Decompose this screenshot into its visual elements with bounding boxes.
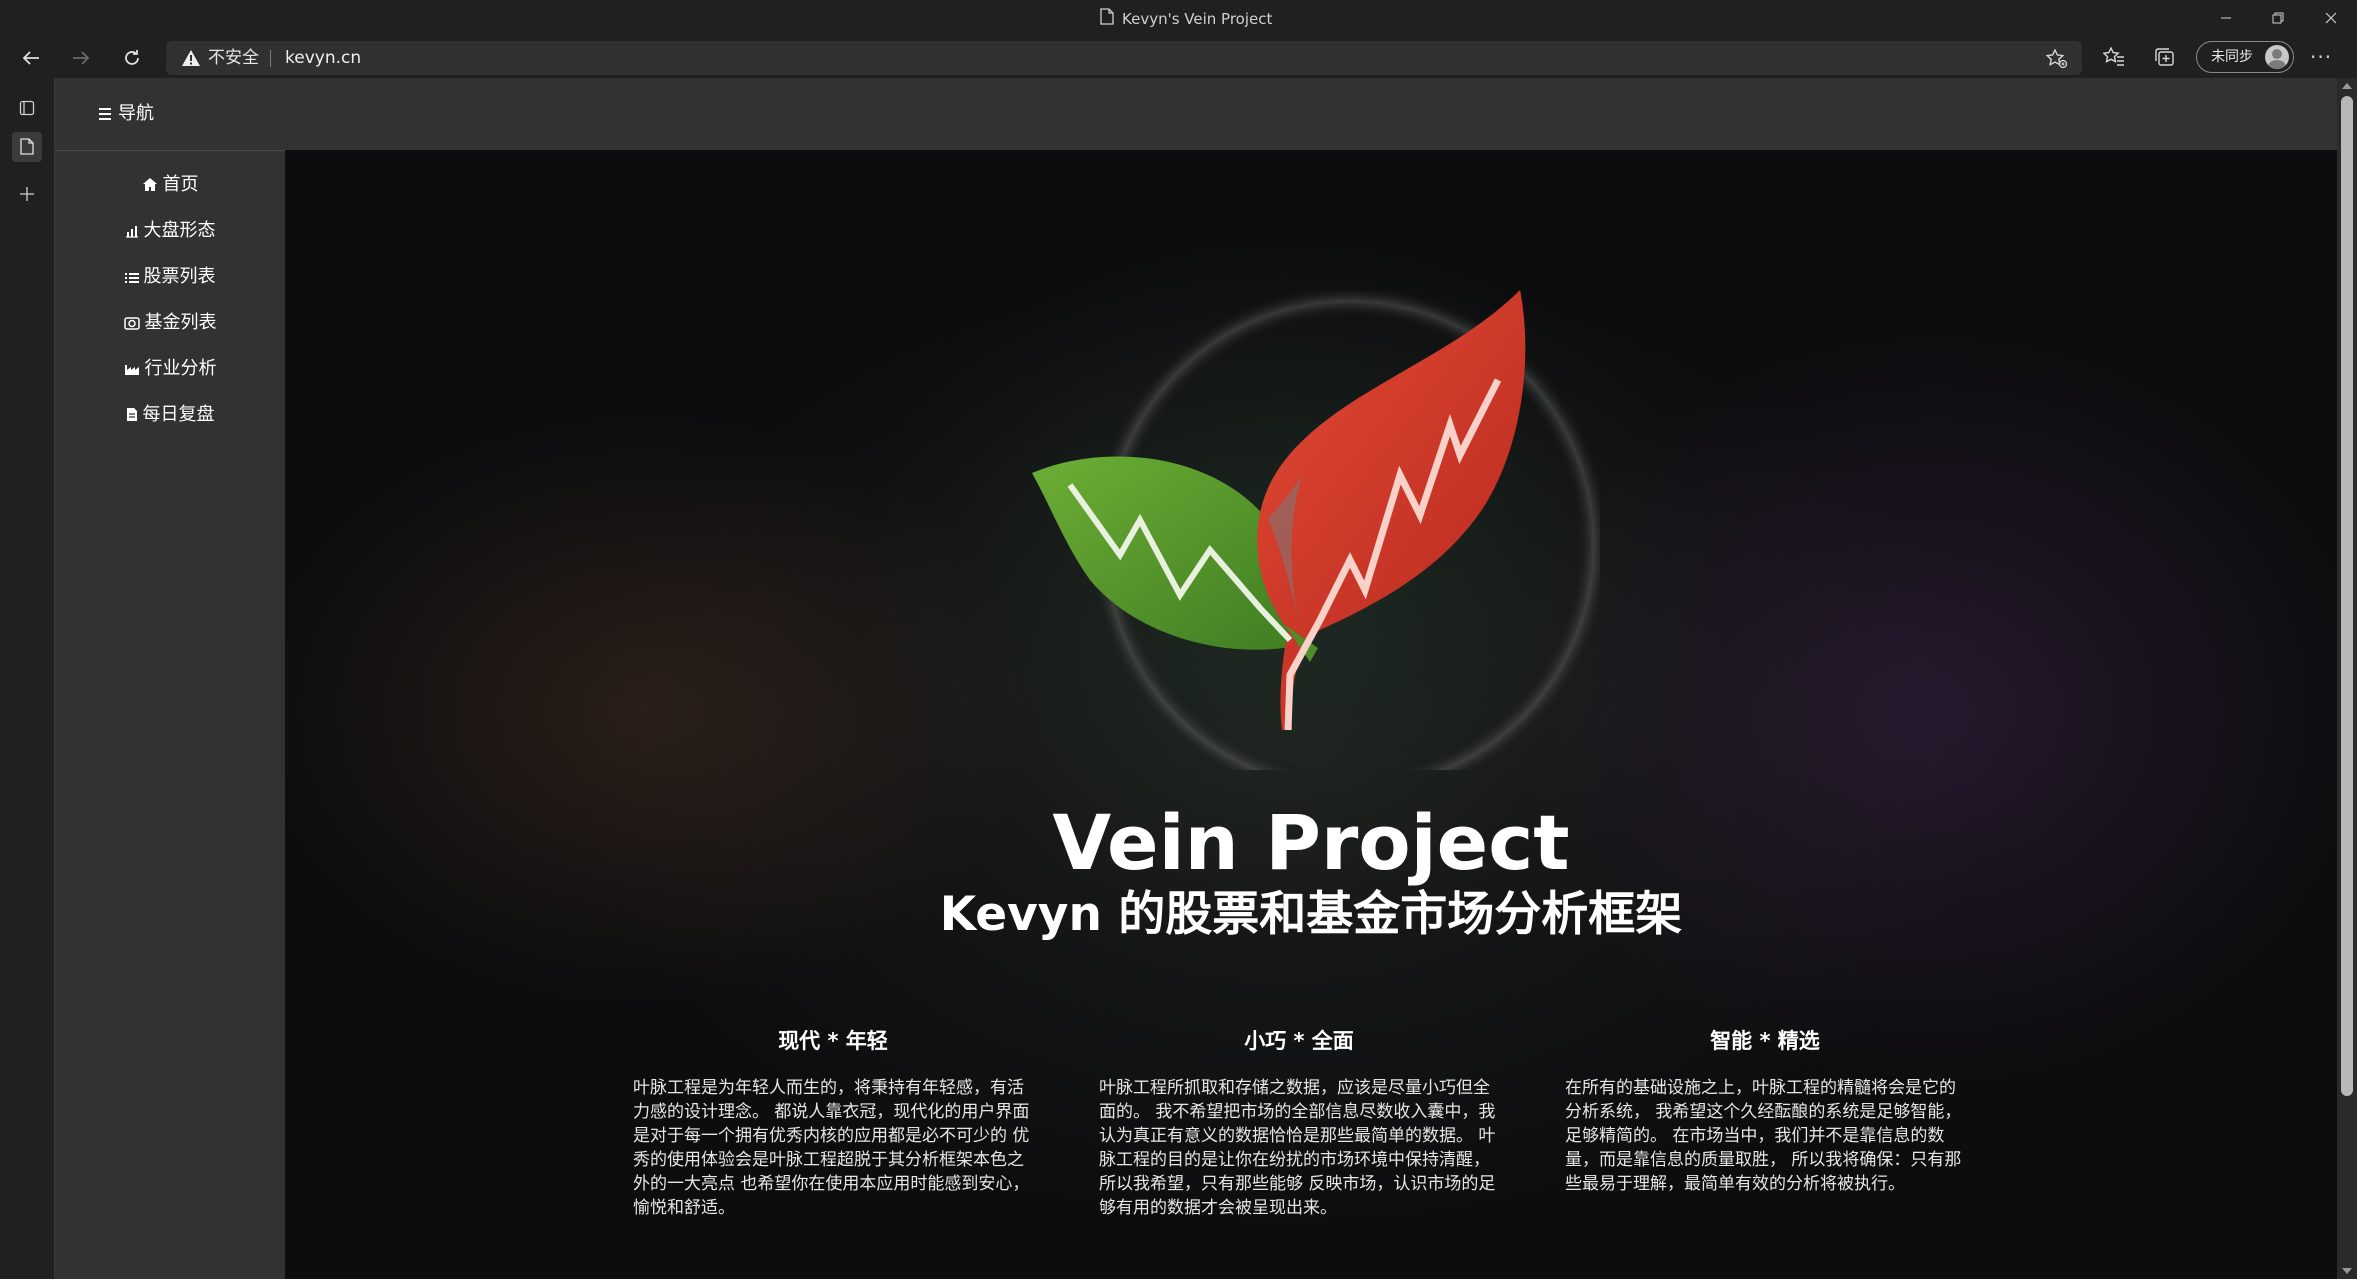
sidebar-item-label: 每日复盘 (142, 404, 215, 425)
sidebar-item-daily-review[interactable]: 每日复盘 (55, 397, 285, 433)
favorites-icon[interactable] (2102, 46, 2125, 71)
reload-button[interactable] (117, 44, 147, 72)
url-text[interactable]: kevyn.cn (285, 41, 361, 75)
sidebar-item-label: 大盘形态 (143, 220, 216, 241)
hero-section: Vein Project Kevyn 的股票和基金市场分析框架 现代 * 年轻 … (285, 150, 2337, 1279)
feature-smart-curated: 智能 * 精选 在所有的基础设施之上，叶脉工程的精髓将会是它的分析系统， 我希望… (1565, 1026, 1965, 1196)
feature-title: 小巧 * 全面 (1244, 1029, 1354, 1053)
vertical-tab-strip (0, 78, 55, 1279)
hero-title: Vein Project (1052, 798, 1570, 887)
restore-icon (2272, 12, 2284, 24)
sidebar-item-industry-analysis[interactable]: 行业分析 (55, 351, 285, 387)
hero-subtitle: Kevyn 的股票和基金市场分析框架 (939, 887, 1683, 942)
sidebar-item-fund-list[interactable]: 基金列表 (55, 305, 285, 341)
feature-body: 叶脉工程所抓取和存储之数据，应该是尽量小巧但全面的。 我不希望把市场的全部信息尽… (1099, 1078, 1496, 1218)
collections-icon[interactable] (2154, 47, 2176, 71)
minimize-icon (2221, 17, 2231, 19)
back-arrow-icon (22, 51, 39, 65)
nav-toggle-label: 导航 (118, 103, 154, 124)
feature-modern-young: 现代 * 年轻 叶脉工程是为年轻人而生的，将秉持有年轻感，有活力感的设计理念。 … (633, 1026, 1033, 1220)
scroll-up-icon[interactable] (2342, 83, 2352, 89)
sidebar-item-stock-list[interactable]: 股票列表 (55, 259, 285, 295)
sidebar-item-label: 基金列表 (144, 312, 217, 333)
menu-icon (99, 105, 111, 123)
tab-current-page[interactable] (12, 132, 42, 162)
window-title: Kevyn's Vein Project (1100, 0, 1272, 38)
sidebar: 首页 大盘形态 股票列表 基金列表 行业分析 每日复盘 (55, 150, 285, 1279)
feature-compact-comprehensive: 小巧 * 全面 叶脉工程所抓取和存储之数据，应该是尽量小巧但全面的。 我不希望把… (1099, 1026, 1499, 1220)
camera-icon (123, 307, 140, 343)
scroll-thumb[interactable] (2341, 96, 2353, 1096)
feature-title: 现代 * 年轻 (778, 1029, 888, 1053)
minimize-button[interactable] (2200, 0, 2252, 38)
plus-icon (20, 187, 34, 201)
tab-actions-icon (19, 100, 35, 116)
vein-project-logo (1032, 290, 1600, 770)
scroll-down-icon[interactable] (2342, 1268, 2352, 1274)
bar-chart-icon (125, 215, 139, 251)
restore-button[interactable] (2252, 0, 2304, 38)
security-status-label[interactable]: 不安全 (208, 41, 259, 75)
industry-icon (124, 353, 140, 389)
add-favorite-icon[interactable] (2045, 48, 2068, 73)
forward-arrow-icon (73, 51, 90, 65)
address-divider (270, 50, 271, 67)
new-tab-button[interactable] (12, 180, 42, 210)
avatar (2265, 45, 2289, 69)
feature-body: 叶脉工程是为年轻人而生的，将秉持有年轻感，有活力感的设计理念。 都说人靠衣冠，现… (633, 1078, 1030, 1218)
nav-toggle-button[interactable]: 导航 (99, 100, 154, 128)
sidebar-item-label: 首页 (162, 174, 199, 195)
browser-window: Kevyn's Vein Project 不安全 kevyn.cn 未同步 ··… (0, 0, 2357, 1279)
profile-sync-label: 未同步 (2211, 49, 2253, 65)
close-button[interactable] (2305, 0, 2357, 38)
warning-icon[interactable] (181, 49, 201, 71)
document-icon (126, 399, 138, 435)
more-menu-button[interactable]: ··· (2310, 42, 2332, 72)
forward-button[interactable] (66, 44, 96, 72)
window-title-text: Kevyn's Vein Project (1122, 10, 1273, 28)
feature-body: 在所有的基础设施之上，叶脉工程的精髓将会是它的分析系统， 我希望这个久经酝酿的系… (1565, 1078, 1962, 1194)
profile-button[interactable]: 未同步 (2196, 41, 2294, 73)
site-header: 导航 (55, 78, 2337, 150)
reload-icon (125, 50, 139, 65)
list-icon (124, 261, 139, 297)
page-tab-icon (20, 138, 34, 155)
browser-toolbar: 不安全 kevyn.cn 未同步 ··· (0, 38, 2357, 78)
close-icon (2325, 12, 2337, 24)
page-viewport: 导航 首页 大盘形态 股票列表 基金列表 行业分析 每日复盘 Vein Proj… (55, 78, 2337, 1279)
page-document-icon (1100, 1, 1114, 39)
sidebar-item-market-pattern[interactable]: 大盘形态 (55, 213, 285, 249)
tab-actions-button[interactable] (12, 94, 42, 124)
address-bar[interactable]: 不安全 kevyn.cn (166, 41, 2082, 75)
back-button[interactable] (16, 44, 46, 72)
sidebar-item-label: 行业分析 (144, 358, 217, 379)
sidebar-item-label: 股票列表 (143, 266, 216, 287)
feature-title: 智能 * 精选 (1710, 1029, 1820, 1053)
page-scrollbar[interactable] (2337, 78, 2357, 1279)
title-bar: Kevyn's Vein Project (0, 0, 2357, 38)
home-icon (142, 169, 158, 205)
sidebar-item-home[interactable]: 首页 (55, 167, 285, 203)
